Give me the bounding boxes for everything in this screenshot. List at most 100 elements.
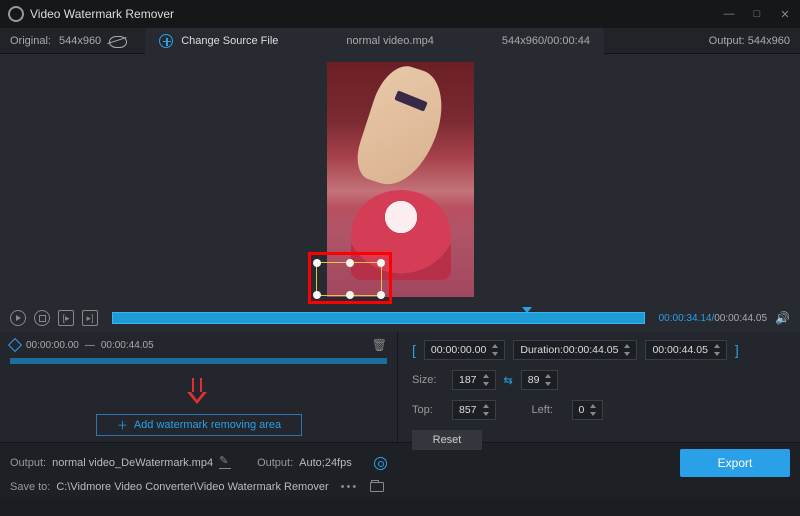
reset-button[interactable]: Reset [412,430,482,450]
rename-icon[interactable] [219,457,231,469]
output-file-label: Output: [10,457,46,469]
duration-value: 00:00:44.05 [563,344,618,356]
set-end-button[interactable]: ▸] [82,310,98,326]
add-watermark-label: Add watermark removing area [134,419,281,431]
output-res: 544x960 [748,35,790,47]
segment-icon [8,338,22,352]
titlebar: Video Watermark Remover — □ ✕ [0,0,800,28]
current-time: 00:00:34.14 [659,313,712,324]
source-filename: normal video.mp4 [346,35,433,47]
open-folder-icon[interactable] [370,482,384,492]
annotation-arrow-icon [188,378,206,406]
play-button[interactable] [10,310,26,326]
playback-bar: [▸ ▸] 00:00:34.14/00:00:44.05 🔊 [0,304,800,332]
duration-field[interactable]: Duration:00:00:44.05 [513,340,637,360]
top-value: 857 [459,404,477,416]
segment-start: 00:00:00.00 [26,340,79,351]
output-format-value: Auto;24fps [299,457,352,469]
time-range-row: [ 00:00:00.00 Duration:00:00:44.05 00:00… [412,340,786,360]
size-row: Size: 187 ⇆ 89 [412,370,786,390]
visibility-toggle-icon[interactable] [109,36,125,46]
start-time-stepper[interactable] [490,343,500,357]
plus-icon: ＋ [117,417,128,433]
range-end-bracket-icon[interactable]: ] [735,342,739,358]
saveto-label: Save to: [10,481,50,493]
resize-handle[interactable] [346,291,354,299]
source-tab: Change Source File normal video.mp4 544x… [145,28,604,54]
start-time-field[interactable]: 00:00:00.00 [424,340,505,360]
segments-panel: 00:00:00.00 — 00:00:44.05 🗑 ＋ Add waterm… [0,332,398,442]
video-content [350,62,454,195]
segment-sep: — [85,340,95,351]
watermark-selection-area[interactable] [316,262,382,296]
volume-icon[interactable]: 🔊 [775,311,790,325]
left-value: 0 [579,404,585,416]
export-button[interactable]: Export [680,449,790,477]
timeline-cursor[interactable] [522,307,532,313]
segment-row[interactable]: 00:00:00.00 — 00:00:44.05 🗑 [10,338,387,352]
resize-handle[interactable] [346,259,354,267]
app-title: Video Watermark Remover [30,7,174,21]
left-field[interactable]: 0 [572,400,604,420]
browse-path-button[interactable]: ••• [341,481,359,493]
aspect-lock-icon[interactable]: ⇆ [504,374,513,387]
size-width-value: 187 [459,374,477,386]
size-height-stepper[interactable] [543,373,553,387]
start-time-value: 00:00:00.00 [431,344,486,356]
segment-duration-bar[interactable] [10,358,387,364]
size-width-field[interactable]: 187 [452,370,496,390]
maximize-icon[interactable]: □ [750,8,764,21]
size-height-field[interactable]: 89 [521,370,559,390]
reset-row: Reset [412,430,786,450]
range-start-bracket-icon[interactable]: [ [412,342,416,358]
duration-stepper[interactable] [622,343,632,357]
properties-panel: [ 00:00:00.00 Duration:00:00:44.05 00:00… [398,332,800,442]
plus-circle-icon[interactable] [159,34,173,48]
resize-handle[interactable] [377,291,385,299]
size-width-stepper[interactable] [481,373,491,387]
change-source-button[interactable]: Change Source File [181,35,278,47]
output-format-label: Output: [257,457,293,469]
close-icon[interactable]: ✕ [778,8,792,21]
output-filename: normal video_DeWatermark.mp4 [52,457,213,469]
window-controls: — □ ✕ [722,8,792,21]
delete-segment-icon[interactable]: 🗑 [372,338,387,352]
info-toolbar: Original: 544x960 Change Source File nor… [0,28,800,54]
size-label: Size: [412,374,444,386]
original-res-info: Original: 544x960 [10,35,125,47]
end-time-field[interactable]: 00:00:44.05 [645,340,726,360]
resize-handle[interactable] [377,259,385,267]
time-readout: 00:00:34.14/00:00:44.05 [659,313,767,324]
size-height-value: 89 [528,374,540,386]
end-time-value: 00:00:44.05 [652,344,707,356]
source-res-time: 544x960/00:00:44 [502,35,590,47]
resize-handle[interactable] [313,291,321,299]
set-start-button[interactable]: [▸ [58,310,74,326]
add-watermark-area-button[interactable]: ＋ Add watermark removing area [96,414,302,436]
video-preview[interactable] [0,54,800,304]
output-settings-icon[interactable] [374,457,387,470]
parameters-area: 00:00:00.00 — 00:00:44.05 🗑 ＋ Add waterm… [0,332,800,442]
output-res-info: Output: 544x960 [709,35,790,47]
top-stepper[interactable] [481,403,491,417]
resize-handle[interactable] [313,259,321,267]
top-field[interactable]: 857 [452,400,496,420]
left-label: Left: [532,404,564,416]
left-stepper[interactable] [588,403,598,417]
original-label: Original: [10,35,51,47]
stop-button[interactable] [34,310,50,326]
timeline-slider[interactable] [112,312,645,324]
end-time-stepper[interactable] [712,343,722,357]
saveto-path: C:\Vidmore Video Converter\Video Waterma… [56,481,328,493]
position-row: Top: 857 Left: 0 [412,400,786,420]
top-label: Top: [412,404,444,416]
output-row: Output: normal video_DeWatermark.mp4 Out… [10,449,790,477]
output-bar: Output: normal video_DeWatermark.mp4 Out… [0,442,800,497]
total-time: 00:00:44.05 [714,313,767,324]
app-logo-icon [8,6,24,22]
segment-end: 00:00:44.05 [101,340,154,351]
original-res: 544x960 [59,35,101,47]
minimize-icon[interactable]: — [722,8,736,21]
duration-label: Duration: [520,344,563,356]
saveto-row: Save to: C:\Vidmore Video Converter\Vide… [10,481,790,493]
